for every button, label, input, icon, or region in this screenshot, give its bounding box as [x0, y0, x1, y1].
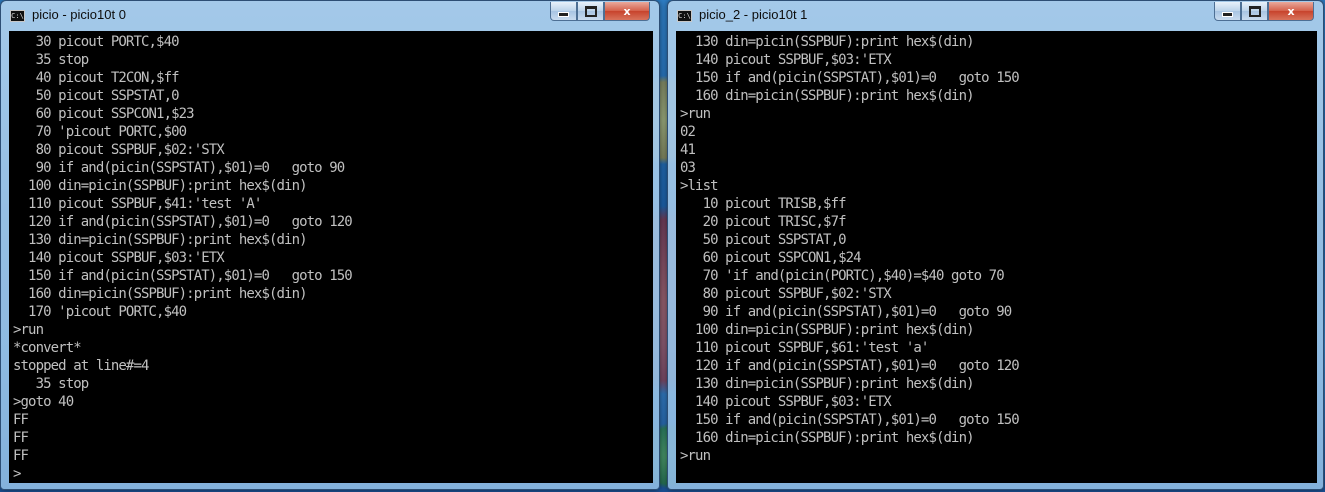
console-line: 20 picout TRISC,$7f	[680, 214, 847, 230]
console-line: 60 picout SSPCON1,$23	[13, 106, 195, 122]
console-line: 30 picout PORTC,$40	[13, 34, 180, 50]
console-line: >	[13, 466, 21, 482]
console-line: 160 din=picin(SSPBUF):print hex$(din)	[680, 88, 974, 104]
console-output[interactable]: 30 picout PORTC,$40 35 stop 40 picout T2…	[9, 31, 653, 483]
console-icon[interactable]: C:\	[677, 10, 692, 22]
console-line: 140 picout SSPBUF,$03:'ETX	[13, 250, 225, 266]
console-line: 100 din=picin(SSPBUF):print hex$(din)	[680, 322, 974, 338]
console-line: 70 'picout PORTC,$00	[13, 124, 187, 140]
console-line: 35 stop	[13, 376, 90, 392]
console-line: 160 din=picin(SSPBUF):print hex$(din)	[13, 286, 307, 302]
console-line: >goto 40	[13, 394, 74, 410]
close-button[interactable]: x	[604, 2, 650, 21]
console-output[interactable]: 130 din=picin(SSPBUF):print hex$(din) 14…	[676, 31, 1317, 483]
console-line: 100 din=picin(SSPBUF):print hex$(din)	[13, 178, 307, 194]
close-icon: x	[623, 4, 631, 18]
console-line: 140 picout SSPBUF,$03:'ETX	[680, 52, 892, 68]
console-line: 130 din=picin(SSPBUF):print hex$(din)	[680, 34, 974, 50]
console-line: 120 if and(picin(SSPSTAT),$01)=0 goto 12…	[13, 214, 353, 230]
console-line: FF	[13, 430, 29, 446]
console-line: >run	[680, 448, 711, 464]
close-button[interactable]: x	[1268, 2, 1314, 21]
console-line: 35 stop	[13, 52, 90, 68]
console-line: FF	[13, 412, 29, 428]
maximize-button[interactable]	[577, 2, 604, 21]
console-line: 70 'if and(picin(PORTC),$40)=$40 goto 70	[680, 268, 1005, 284]
minimize-icon	[558, 11, 569, 17]
console-line: 150 if and(picin(SSPSTAT),$01)=0 goto 15…	[13, 268, 353, 284]
console-line: >run	[13, 322, 44, 338]
maximize-button[interactable]	[1241, 2, 1268, 21]
minimize-button[interactable]	[550, 2, 577, 21]
maximize-icon	[1248, 5, 1261, 17]
console-window-picio-2[interactable]: C:\ picio_2 - picio10t 1 x 130 din=picin…	[667, 0, 1324, 490]
console-line: 50 picout SSPSTAT,0	[13, 88, 180, 104]
console-line: 41	[680, 142, 696, 158]
console-line: 110 picout SSPBUF,$41:'test 'A'	[13, 196, 262, 212]
window-titlebar[interactable]: C:\ picio - picio10t 0 x	[1, 1, 659, 31]
console-line: >list	[680, 178, 719, 194]
console-line: 03	[680, 160, 696, 176]
console-text: 30 picout PORTC,$40 35 stop 40 picout T2…	[9, 31, 653, 483]
console-icon[interactable]: C:\	[10, 10, 25, 22]
close-icon: x	[1287, 4, 1295, 18]
console-line: 170 'picout PORTC,$40	[13, 304, 187, 320]
console-line: 150 if and(picin(SSPSTAT),$01)=0 goto 15…	[680, 70, 1020, 86]
window-title: picio_2 - picio10t 1	[699, 7, 808, 22]
console-line: 40 picout T2CON,$ff	[13, 70, 180, 86]
console-line: FF	[13, 448, 29, 464]
console-line: 130 din=picin(SSPBUF):print hex$(din)	[13, 232, 307, 248]
console-line: stopped at line#=4	[13, 358, 149, 374]
console-line: 140 picout SSPBUF,$03:'ETX	[680, 394, 892, 410]
console-line: *convert*	[13, 340, 82, 356]
window-titlebar[interactable]: C:\ picio_2 - picio10t 1 x	[668, 1, 1323, 31]
console-text: 130 din=picin(SSPBUF):print hex$(din) 14…	[676, 31, 1317, 465]
console-line: 10 picout TRISB,$ff	[680, 196, 847, 212]
console-line: 50 picout SSPSTAT,0	[680, 232, 847, 248]
console-line: 130 din=picin(SSPBUF):print hex$(din)	[680, 376, 974, 392]
minimize-icon	[1222, 11, 1233, 17]
maximize-icon	[584, 5, 597, 17]
console-line: 120 if and(picin(SSPSTAT),$01)=0 goto 12…	[680, 358, 1020, 374]
console-line: 150 if and(picin(SSPSTAT),$01)=0 goto 15…	[680, 412, 1020, 428]
console-line: 80 picout SSPBUF,$02:'STX	[680, 286, 892, 302]
minimize-button[interactable]	[1214, 2, 1241, 21]
console-line: 02	[680, 124, 696, 140]
console-line: 160 din=picin(SSPBUF):print hex$(din)	[680, 430, 974, 446]
console-line: 90 if and(picin(SSPSTAT),$01)=0 goto 90	[680, 304, 1013, 320]
window-title: picio - picio10t 0	[32, 7, 126, 22]
console-line: 110 picout SSPBUF,$61:'test 'a'	[680, 340, 929, 356]
console-line: 90 if and(picin(SSPSTAT),$01)=0 goto 90	[13, 160, 346, 176]
console-line: 80 picout SSPBUF,$02:'STX	[13, 142, 225, 158]
console-window-picio[interactable]: C:\ picio - picio10t 0 x 30 picout PORTC…	[0, 0, 660, 490]
console-line: >run	[680, 106, 711, 122]
console-line: 60 picout SSPCON1,$24	[680, 250, 862, 266]
